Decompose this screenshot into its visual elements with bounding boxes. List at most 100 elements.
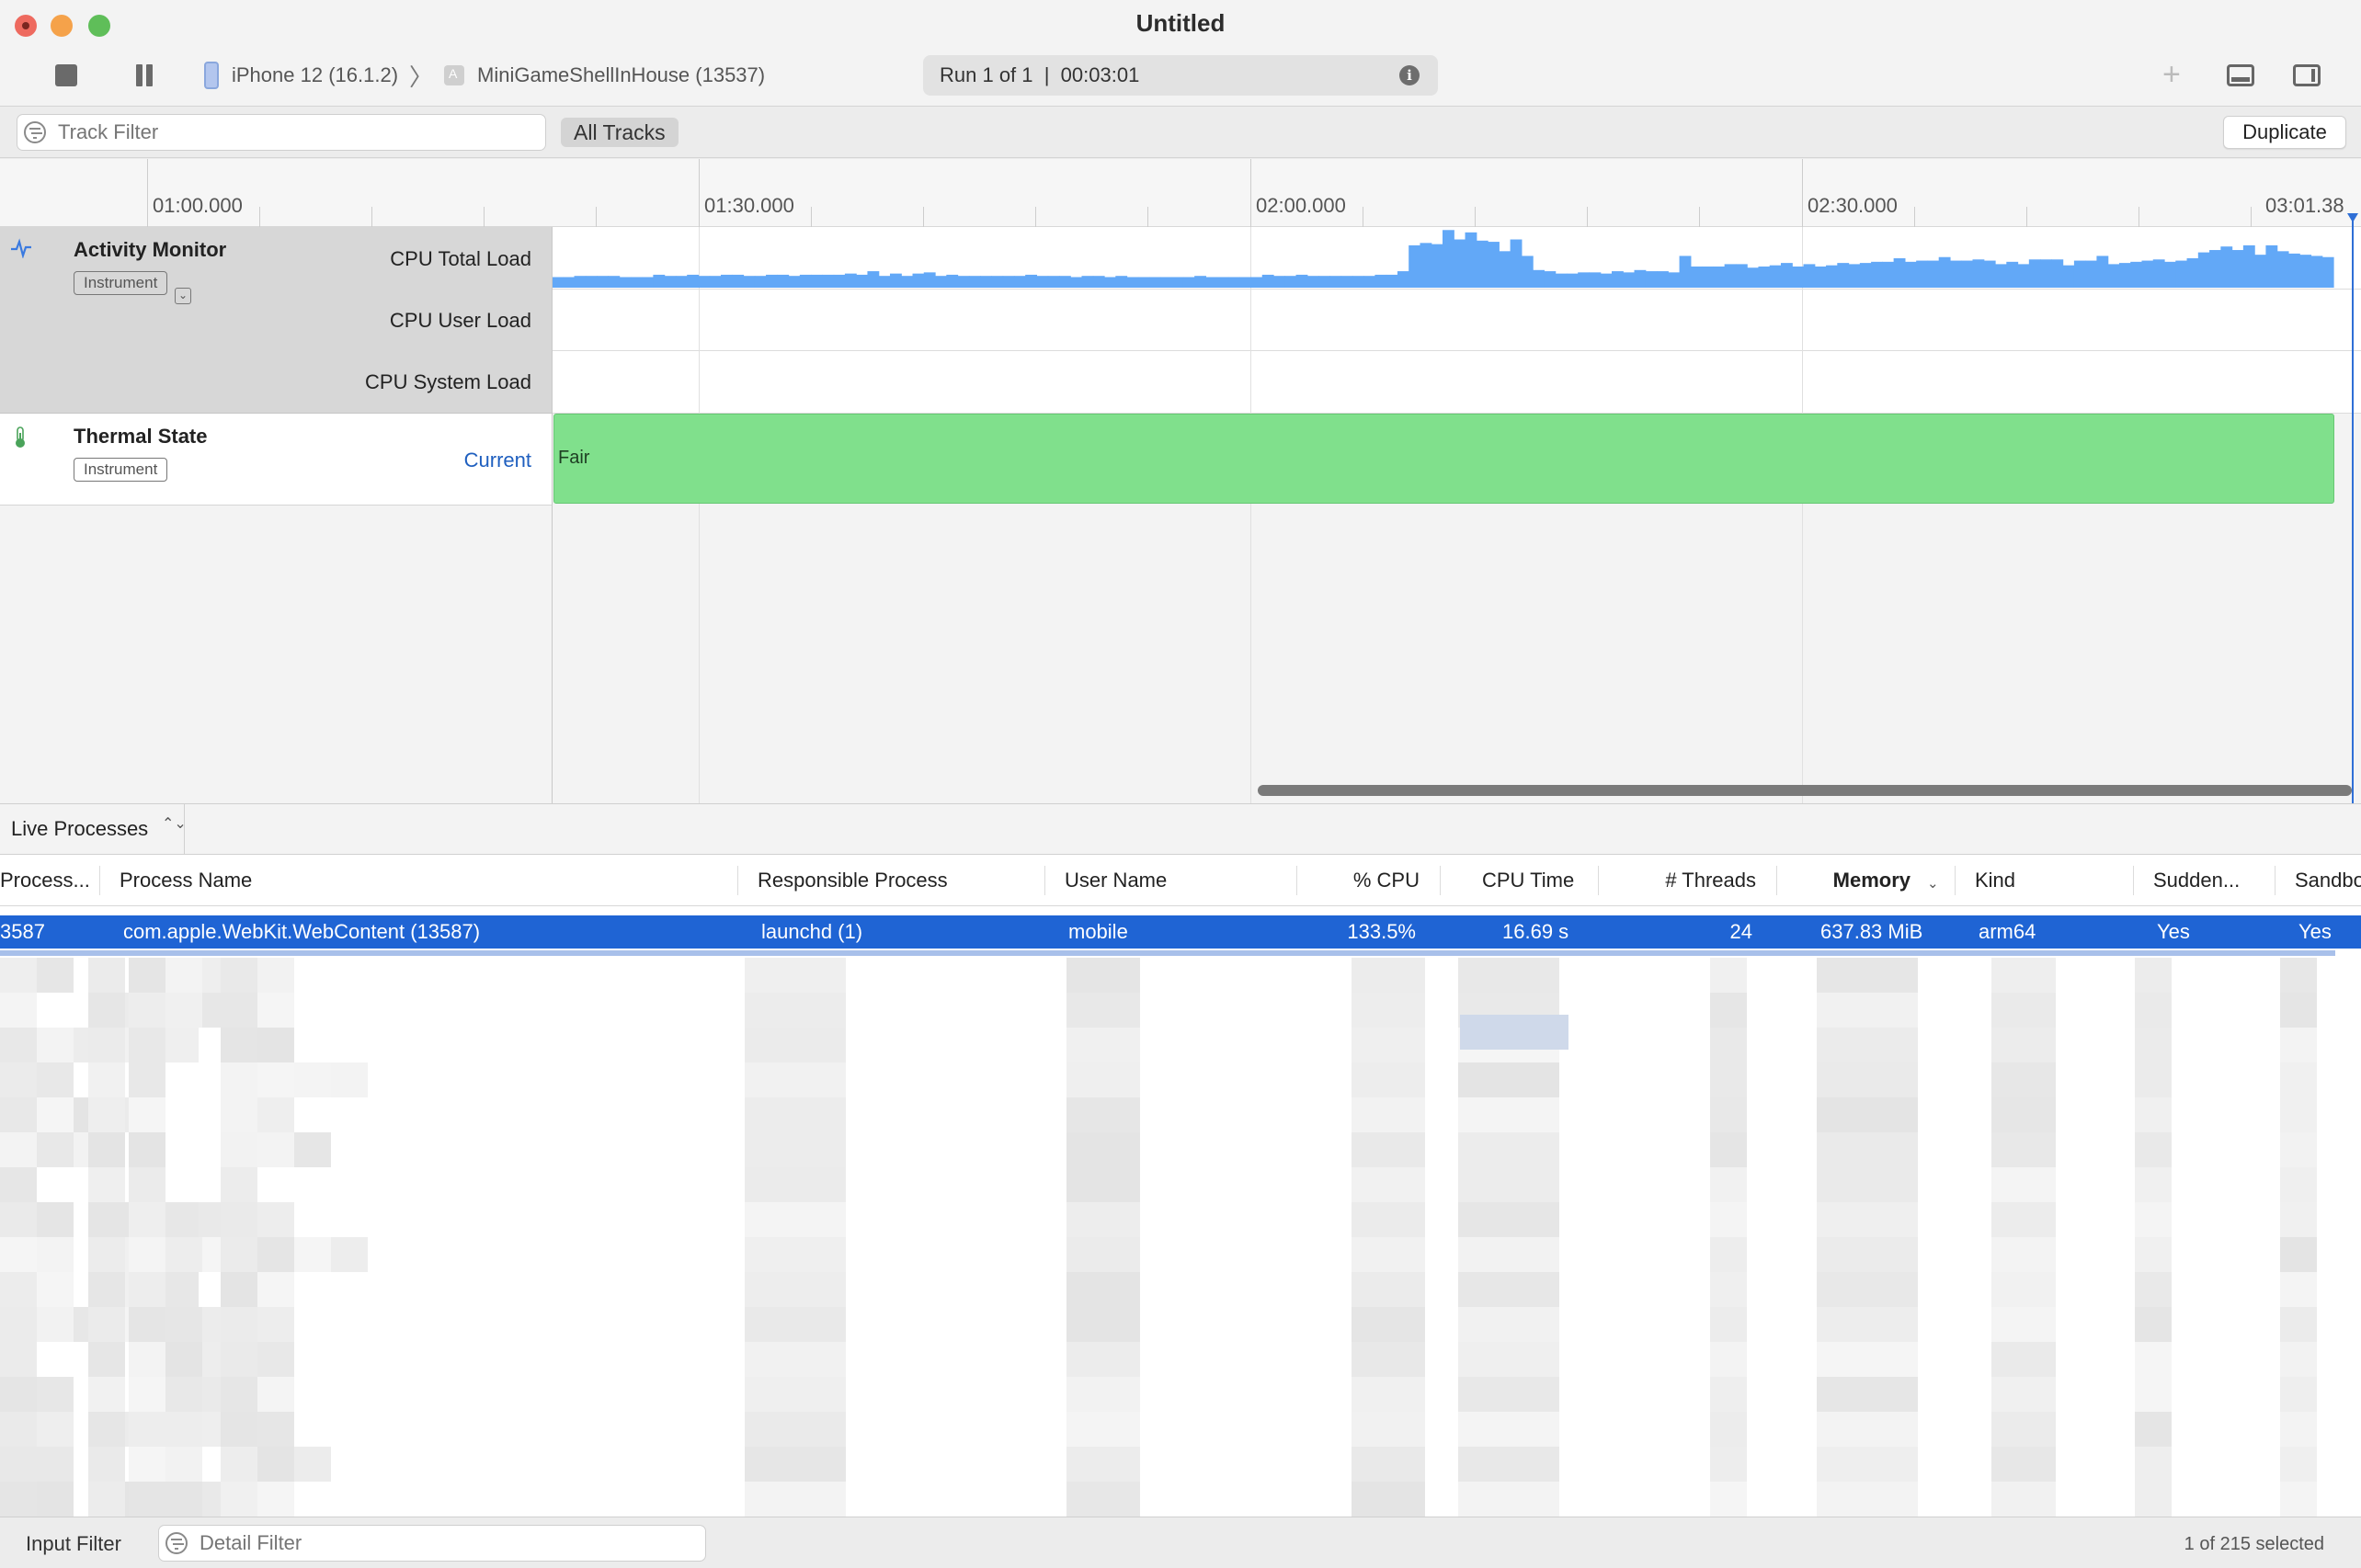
- obscured-cell: [745, 1307, 846, 1342]
- processes-table[interactable]: Process... Process Name Responsible Proc…: [0, 855, 2361, 1517]
- timeline-ruler[interactable]: 01:00.000 01:30.000 02:00.000 02:30.000 …: [0, 159, 2361, 227]
- obscured-cell: [1458, 1377, 1559, 1412]
- column-divider[interactable]: [99, 866, 100, 895]
- pause-recording-button[interactable]: [134, 64, 154, 86]
- obscured-cell: [1710, 1167, 1747, 1202]
- cpu-load-bar: [946, 274, 959, 288]
- column-divider[interactable]: [1440, 866, 1441, 895]
- detail-view-selector[interactable]: Live Processes: [11, 817, 148, 841]
- obscured-cell: [1817, 958, 1918, 993]
- target-process-name[interactable]: MiniGameShellInHouse (13537): [477, 63, 765, 87]
- column-header-kind[interactable]: Kind: [1975, 855, 2122, 906]
- cpu-load-bar: [1837, 263, 1850, 288]
- cpu-load-bar: [923, 272, 936, 288]
- add-instrument-icon[interactable]: +: [2162, 59, 2181, 90]
- playhead-line[interactable]: [2352, 216, 2354, 803]
- thermal-state-value: Fair: [558, 448, 590, 468]
- obscured-cell: [745, 958, 846, 993]
- obscured-cell: [37, 1307, 74, 1342]
- sort-descending-icon[interactable]: ⌄: [1927, 875, 1939, 892]
- target-breadcrumb[interactable]: iPhone 12 (16.1.2) 〉 MiniGameShellInHous…: [204, 61, 765, 91]
- cpu-load-bar: [1306, 276, 1319, 288]
- column-header-process-id[interactable]: Process...: [0, 855, 92, 906]
- obscured-cell: [1991, 1377, 2056, 1412]
- track-header-divider[interactable]: [552, 227, 553, 803]
- lane-cpu-user-load[interactable]: [552, 290, 2361, 351]
- obscured-cell: [1991, 993, 2056, 1028]
- obscured-cell: [37, 1202, 74, 1237]
- track-header-thermal-state[interactable]: Thermal State Instrument Current: [0, 414, 552, 506]
- thermal-state-interval[interactable]: Fair: [553, 414, 2334, 504]
- obscured-cell: [37, 1272, 74, 1307]
- all-tracks-button[interactable]: All Tracks: [561, 118, 679, 147]
- column-header-process-name[interactable]: Process Name: [120, 855, 726, 906]
- obscured-cell: [1066, 993, 1140, 1028]
- column-divider[interactable]: [1598, 866, 1599, 895]
- cpu-load-bar: [1679, 256, 1692, 288]
- column-divider[interactable]: [737, 866, 738, 895]
- obscured-cell: [257, 1447, 294, 1482]
- obscured-cell: [1817, 1167, 1918, 1202]
- column-divider[interactable]: [1776, 866, 1777, 895]
- obscured-cell: [221, 1167, 257, 1202]
- obscured-cell: [1066, 1377, 1140, 1412]
- obscured-cell: [1352, 1272, 1425, 1307]
- obscured-cell: [88, 993, 125, 1028]
- obscured-cell: [221, 1412, 257, 1447]
- ruler-minor-tick: [596, 207, 597, 227]
- cpu-load-bar: [1160, 277, 1173, 288]
- run-status-display[interactable]: Run 1 of 1 | 00:03:01 i: [923, 55, 1438, 96]
- obscured-cell: [162, 1202, 199, 1237]
- stop-recording-button[interactable]: [55, 64, 77, 86]
- toggle-detail-panel-icon[interactable]: [2227, 64, 2254, 86]
- obscured-cell: [1352, 958, 1425, 993]
- obscured-cell: [1066, 958, 1140, 993]
- column-header-user-name[interactable]: User Name: [1065, 855, 1285, 906]
- obscured-cell: [162, 1272, 199, 1307]
- toggle-inspector-panel-icon[interactable]: [2293, 64, 2321, 86]
- column-divider[interactable]: [1296, 866, 1297, 895]
- timeline-horizontal-scrollbar[interactable]: [1258, 785, 2352, 796]
- thermometer-icon: [16, 426, 25, 448]
- info-icon[interactable]: i: [1399, 65, 1420, 85]
- table-row-selected[interactable]: 3587 com.apple.WebKit.WebContent (13587)…: [0, 915, 2361, 949]
- cpu-load-bar: [1702, 266, 1714, 288]
- obscured-cell: [129, 1097, 165, 1132]
- obscured-cell: [1352, 1307, 1425, 1342]
- obscured-cell: [1817, 1342, 1918, 1377]
- obscured-cell: [1066, 1202, 1140, 1237]
- obscured-cell: [129, 1342, 165, 1377]
- obscured-cell: [0, 1272, 37, 1307]
- column-header-sudden-termination[interactable]: Sudden...: [2153, 855, 2273, 906]
- updown-chevron-icon[interactable]: ⌃⌄: [162, 817, 187, 832]
- track-header-activity-monitor[interactable]: Activity Monitor Instrument ⌄ CPU Total …: [0, 227, 552, 414]
- obscured-cell: [745, 1202, 846, 1237]
- obscured-cell: [2280, 1132, 2317, 1167]
- input-filter-label[interactable]: Input Filter: [26, 1532, 121, 1556]
- duplicate-button[interactable]: Duplicate: [2223, 116, 2346, 149]
- column-header-sandbox[interactable]: Sandbo: [2295, 855, 2361, 906]
- ruler-tick-label: 01:30.000: [704, 194, 794, 217]
- column-header-cpu-time[interactable]: CPU Time: [1482, 855, 1611, 906]
- lane-cpu-system-load[interactable]: [552, 351, 2361, 414]
- column-divider[interactable]: [1044, 866, 1045, 895]
- column-header-cpu-percent[interactable]: % CPU: [1306, 855, 1420, 906]
- obscured-cell: [1066, 1342, 1140, 1377]
- column-divider[interactable]: [1955, 866, 1956, 895]
- column-header-threads[interactable]: # Threads: [1607, 855, 1756, 906]
- track-filter-input[interactable]: [17, 114, 546, 151]
- obscured-cell: [1817, 993, 1918, 1028]
- column-header-memory[interactable]: Memory: [1785, 855, 1910, 906]
- cpu-load-bar: [1104, 277, 1116, 288]
- detail-filter-input[interactable]: [158, 1525, 706, 1562]
- column-header-responsible-process[interactable]: Responsible Process: [758, 855, 1033, 906]
- lane-area[interactable]: [552, 227, 2361, 803]
- obscured-cell: [165, 1307, 202, 1342]
- cpu-load-bar: [1374, 274, 1387, 288]
- device-name[interactable]: iPhone 12 (16.1.2): [232, 63, 398, 87]
- column-divider[interactable]: [2133, 866, 2134, 895]
- obscured-cell: [1991, 1132, 2056, 1167]
- ruler-minor-tick: [1475, 207, 1476, 227]
- obscured-cell: [1458, 958, 1559, 993]
- expand-chevron-icon[interactable]: ⌄: [175, 288, 191, 304]
